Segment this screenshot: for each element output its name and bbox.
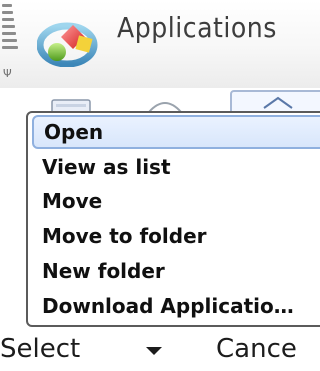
title-pane: Ψ Applications: [0, 0, 320, 88]
screen: Ψ Applications Open View as list Move Mo…: [0, 0, 320, 371]
menu-item-view-as-list[interactable]: View as list: [32, 150, 320, 184]
menu-item-download-applications[interactable]: Download Applicatio…: [32, 289, 320, 323]
applications-folder-icon: [37, 22, 98, 67]
select-softkey[interactable]: Select: [0, 336, 80, 362]
app-grid-icon: [263, 96, 293, 109]
menu-item-new-folder[interactable]: New folder: [32, 254, 320, 288]
down-arrow-icon: [146, 347, 162, 355]
signal-strength-icon: [2, 4, 28, 64]
menu-item-open[interactable]: Open: [32, 115, 320, 149]
cancel-softkey[interactable]: Cance: [216, 336, 297, 362]
menu-item-move-to-folder[interactable]: Move to folder: [32, 219, 320, 253]
antenna-icon: Ψ: [3, 67, 12, 80]
menu-item-move[interactable]: Move: [32, 184, 320, 218]
page-title: Applications: [117, 11, 277, 44]
options-menu: Open View as list Move Move to folder Ne…: [26, 111, 320, 327]
